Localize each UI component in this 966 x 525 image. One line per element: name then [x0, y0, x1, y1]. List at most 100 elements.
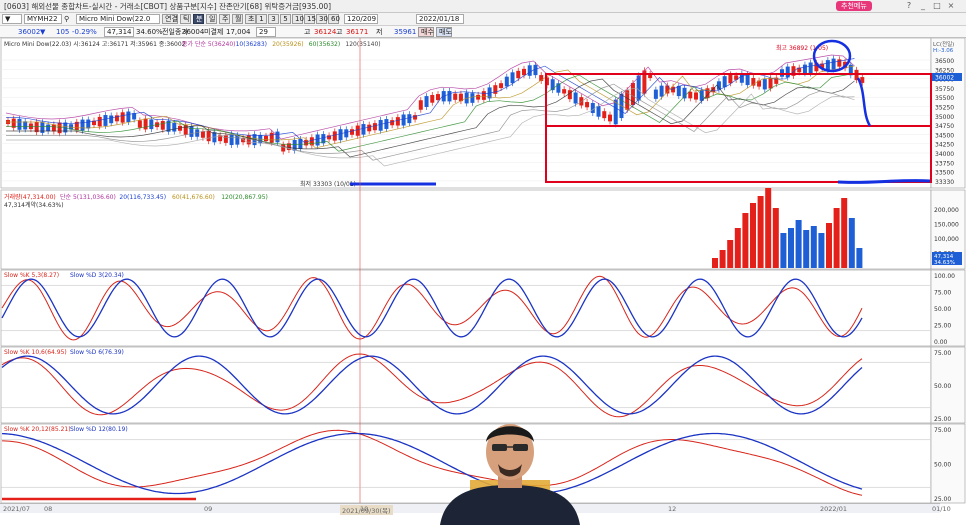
price-tick-label: 33330 — [935, 179, 954, 186]
ma-legend: 20(35926) — [272, 41, 303, 48]
stoch-tick-label: 25.00 — [934, 323, 951, 330]
interval-button[interactable]: 15 — [304, 14, 316, 24]
price-tick-label: 35000 — [935, 114, 954, 121]
volume-tag-pct: 34.63% — [934, 260, 955, 266]
volume-bar — [826, 223, 832, 268]
interval-button[interactable]: 5 — [280, 14, 291, 24]
candle-body — [476, 94, 481, 100]
unsettled-label: 미결제 — [204, 28, 224, 36]
candle-body — [453, 93, 458, 100]
candle-body — [372, 123, 377, 131]
ma-legend: 종가 단순 5(36240) — [182, 40, 235, 48]
price-tick-label: 34000 — [935, 151, 954, 158]
interval-button[interactable]: 1 — [256, 14, 267, 24]
maximize-icon[interactable]: □ — [932, 1, 942, 11]
candle-body — [424, 96, 429, 107]
close-icon[interactable]: × — [946, 1, 956, 11]
sell-button[interactable]: 매도 — [436, 27, 452, 37]
candle-body — [160, 121, 165, 130]
high2-value: 36171 — [346, 28, 369, 36]
volume-bar — [719, 250, 726, 268]
candle-body — [315, 134, 320, 146]
interval-button[interactable]: 3 — [268, 14, 279, 24]
count-field[interactable]: 120/209 — [344, 14, 378, 24]
stoch-tick-label: 25.00 — [934, 416, 951, 423]
candle-body — [384, 119, 389, 129]
interval-button[interactable]: 60 — [328, 14, 340, 24]
volume-bar — [772, 208, 779, 268]
period-button[interactable]: 분 — [193, 14, 204, 24]
volume-value: 47,314 — [104, 27, 134, 37]
interval-button[interactable]: 10 — [292, 14, 304, 24]
period-button[interactable]: 주 — [219, 14, 230, 24]
ma-legend: 60(35632) — [309, 41, 340, 48]
date-tick-label: 09 — [204, 505, 213, 513]
period-button[interactable]: 초 — [245, 14, 256, 24]
stoch-tick-label: 100.00 — [934, 273, 955, 280]
volume-bar — [788, 228, 794, 268]
stoch-tick-label: 75.00 — [934, 290, 951, 297]
help-icon[interactable]: ? — [904, 1, 914, 11]
date-tick-label: 2022/01 — [820, 505, 848, 513]
candle-body — [264, 135, 268, 142]
volume-tick-label: 100,000 — [934, 236, 959, 243]
stoch-d-legend: Slow %D 6(76.39) — [70, 349, 124, 356]
candle-body — [567, 90, 572, 100]
period-button[interactable]: 틱 — [180, 14, 191, 24]
price-tick-label: 35750 — [935, 86, 954, 93]
candle-body — [418, 100, 423, 110]
quote-bar: 36002 ▼ 105 -0.29% 47,314 34.60% 전일종가 36… — [0, 26, 966, 38]
volume-bar — [727, 240, 734, 268]
candle-body — [17, 118, 22, 130]
prev-close-value: 36004 — [182, 28, 205, 36]
candle-body — [103, 115, 108, 126]
candle-body — [808, 62, 813, 74]
candle-body — [97, 116, 102, 127]
candle-body — [338, 129, 343, 141]
volume-bar — [795, 220, 802, 268]
candle-body — [510, 72, 515, 84]
candle-body — [361, 124, 366, 135]
candle-body — [51, 124, 56, 132]
volume-ma-legend: 120(20,867.95) — [221, 194, 268, 201]
menu-selector[interactable]: ▼ — [2, 14, 22, 24]
candle-body — [143, 118, 148, 130]
interval-button[interactable]: 30 — [316, 14, 328, 24]
symbol-code-input[interactable]: MYMH22 — [24, 14, 62, 24]
price-tick-label: 35500 — [935, 95, 954, 102]
search-icon[interactable]: ⚲ — [64, 14, 74, 24]
period-button[interactable]: 일 — [206, 14, 217, 24]
period-button[interactable]: 연결 — [162, 14, 178, 24]
candle-body — [722, 76, 727, 88]
date-tick-label: 2021/07 — [3, 505, 31, 513]
recommended-menu-button[interactable]: 추천메뉴 — [836, 1, 872, 11]
stoch-tick-label: 75.00 — [934, 350, 951, 357]
unsettled-value: 17,004 — [226, 28, 251, 36]
date-field[interactable]: 2022/01/18 — [416, 14, 464, 24]
candle-body — [309, 137, 314, 146]
minimize-icon[interactable]: _ — [918, 1, 928, 11]
high2-label: 고 — [336, 28, 343, 36]
volume-bar — [848, 218, 855, 268]
panel-frame — [0, 269, 932, 347]
candle-body — [350, 129, 354, 135]
candle-body — [172, 122, 177, 132]
low-label: 저 — [376, 28, 383, 36]
candle-body — [636, 75, 641, 101]
window-title: [0603] 해외선물 종합차트-실시간 - 거래소[CBOT] 상품구분[지수… — [4, 1, 332, 11]
volume-ma-legend: 20(116,733.45) — [119, 194, 166, 201]
current-price-label: 36002 — [935, 75, 954, 82]
candle-body — [837, 59, 842, 67]
volume-bar — [734, 228, 741, 268]
stoch-tick-label: 25.00 — [934, 496, 951, 503]
candle-body — [728, 74, 733, 84]
period-button[interactable]: 월 — [232, 14, 243, 24]
price-tick-label: 33750 — [935, 160, 954, 167]
price-tick-label: 36500 — [935, 58, 954, 65]
stoch-tick-label: 50.00 — [934, 383, 951, 390]
candle-body — [516, 70, 521, 79]
volume-bar — [841, 198, 848, 268]
candle-body — [470, 93, 475, 103]
buy-button[interactable]: 매수 — [418, 27, 434, 37]
candle-body — [562, 89, 567, 94]
